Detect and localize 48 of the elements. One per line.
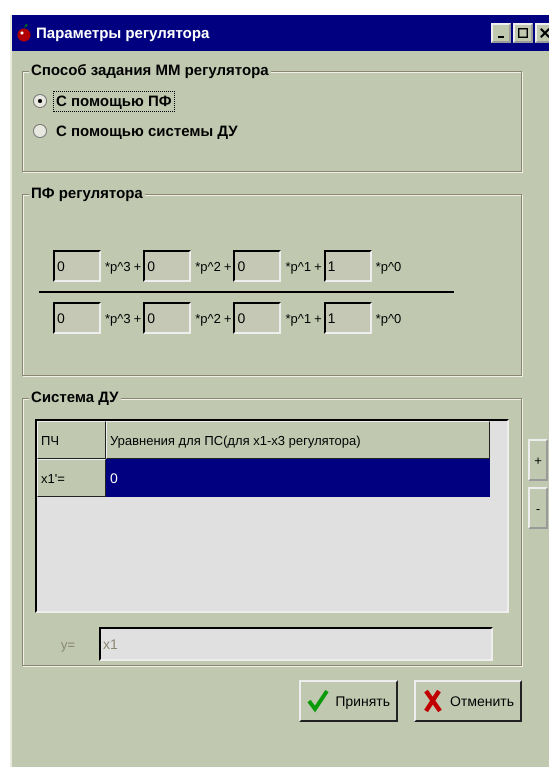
radio-button[interactable]: [33, 94, 47, 108]
add-row-button[interactable]: +: [528, 439, 548, 481]
coefficient-field[interactable]: 1: [324, 250, 372, 282]
radio-button[interactable]: [33, 124, 47, 138]
coefficient-field[interactable]: 0: [53, 250, 101, 282]
maximize-icon: [518, 28, 528, 38]
plus-sign: +: [224, 258, 232, 274]
close-icon: [540, 28, 549, 38]
power-label: *p^2: [195, 258, 221, 274]
power-label: *p^2: [195, 310, 221, 326]
column-header[interactable]: Уравнения для ПС(для x1-x3 регулятора): [106, 421, 490, 459]
table-cell[interactable]: 0: [106, 459, 490, 497]
group-title: ПФ регулятора: [29, 185, 145, 202]
column-header[interactable]: ПЧ: [37, 421, 106, 459]
coefficient-field[interactable]: 0: [143, 302, 192, 334]
checkmark-icon: [307, 688, 330, 714]
close-button[interactable]: [535, 23, 549, 43]
plus-sign: +: [224, 310, 232, 326]
row-header: x1'=: [37, 459, 106, 497]
maximize-button[interactable]: [513, 23, 533, 43]
group-title: Система ДУ: [29, 389, 120, 406]
plus-sign: +: [314, 310, 322, 326]
radio-label[interactable]: С помощью системы ДУ: [53, 120, 241, 142]
minimize-icon: [498, 36, 504, 38]
coefficient-field[interactable]: 0: [233, 250, 282, 282]
power-label: *p^3: [105, 310, 131, 326]
coefficient-field[interactable]: 0: [53, 302, 101, 334]
cancel-button[interactable]: Отменить: [414, 680, 522, 722]
window-title: Параметры регулятора: [36, 24, 210, 42]
remove-row-button[interactable]: -: [528, 487, 548, 529]
apple-icon: [16, 23, 32, 43]
power-label: *p^1: [285, 258, 312, 274]
power-label: *p^3: [105, 258, 131, 274]
radio-label[interactable]: С помощью ПФ: [53, 90, 175, 112]
minimize-button[interactable]: [491, 23, 511, 43]
accept-button[interactable]: Принять: [299, 680, 398, 722]
plus-sign: +: [314, 258, 322, 274]
output-label: y=: [60, 636, 75, 652]
coefficient-field[interactable]: 0: [233, 302, 282, 334]
coefficient-field[interactable]: 1: [324, 302, 372, 334]
plus-sign: +: [134, 258, 142, 274]
power-label: *p^0: [376, 258, 402, 274]
coefficient-field[interactable]: 0: [143, 250, 192, 282]
plus-sign: +: [134, 310, 142, 326]
cross-icon: [422, 688, 444, 714]
power-label: *p^0: [376, 310, 402, 326]
group-title: Способ задания ММ регулятора: [29, 62, 271, 79]
power-label: *p^1: [285, 310, 312, 326]
